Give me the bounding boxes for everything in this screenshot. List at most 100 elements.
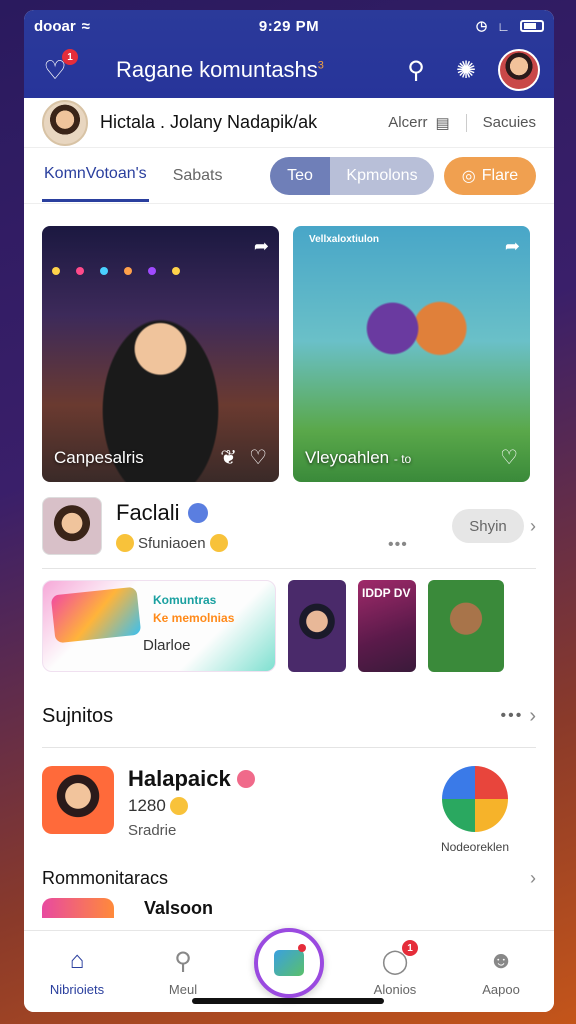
promo-logo bbox=[50, 586, 142, 644]
flare-button[interactable]: ◎ Flare bbox=[444, 156, 536, 195]
app-screen: dooar ≈ 9:29 PM ◷ ∟ ♡ 1 Ragane komuntashs3… bbox=[24, 10, 554, 1012]
alarm-icon: ◷ bbox=[475, 18, 488, 33]
nav-search[interactable]: ⚲ Meul bbox=[130, 946, 236, 998]
segment-right[interactable]: Kpmolons bbox=[330, 156, 434, 195]
divider bbox=[465, 113, 467, 132]
show-button[interactable]: Shyin bbox=[452, 509, 524, 543]
thumbnail-title: IDDP DV bbox=[362, 586, 411, 600]
featured-cards: ➦ Canpesalris ❦ ♡ Vellxaloxtiulon ➦ Vleyo… bbox=[24, 204, 554, 484]
profile-name: Hictala . Jolany Nadapik/ak bbox=[100, 112, 318, 132]
item-avatar[interactable] bbox=[42, 766, 114, 834]
featured-card[interactable]: Vellxaloxtiulon ➦ Vleyoahlen - to ♡ bbox=[293, 226, 530, 482]
card-sublabel: - to bbox=[393, 452, 412, 466]
nav-activity[interactable]: ◯ 1 Alonios bbox=[342, 940, 448, 997]
activity-icon: ◯ 1 bbox=[380, 940, 418, 976]
heart-icon[interactable]: ♡ bbox=[500, 445, 518, 470]
creator-name: Faclali bbox=[116, 500, 180, 525]
nav-label: Aapoo bbox=[482, 982, 520, 997]
section-header[interactable]: Rommonitaracs › bbox=[24, 858, 554, 898]
promo-line1: Komuntras bbox=[153, 593, 217, 607]
clock: 9:29 PM bbox=[258, 17, 320, 35]
section-title: Rommonitaracs bbox=[42, 867, 169, 888]
profile-right-link[interactable]: Sacuies bbox=[483, 114, 536, 131]
search-icon: ⚲ bbox=[407, 56, 425, 84]
app-header: dooar ≈ 9:29 PM ◷ ∟ ♡ 1 Ragane komuntashs3… bbox=[24, 10, 554, 98]
nav-label: Nibrioiets bbox=[49, 982, 105, 997]
tab-secondary[interactable]: Sabats bbox=[171, 151, 225, 201]
notification-badge: 1 bbox=[62, 49, 78, 65]
header-avatar[interactable] bbox=[498, 49, 540, 91]
section-header[interactable]: Sujnitos ••• › bbox=[24, 685, 554, 747]
card-label: Canpesalris bbox=[54, 448, 144, 467]
nav-label: Meul bbox=[168, 982, 198, 997]
signal-icon: ∟ bbox=[497, 18, 510, 34]
nav-profile[interactable]: ☻ Aapoo bbox=[448, 946, 554, 997]
segmented-control: Teo Kpmolons bbox=[270, 156, 434, 195]
chevron-right-icon[interactable]: › bbox=[529, 705, 536, 728]
video-thumbnail[interactable] bbox=[428, 580, 504, 672]
card-top-label: Vellxaloxtiulon bbox=[309, 234, 380, 245]
comment-icon[interactable]: ❦ bbox=[220, 445, 237, 470]
app-title: Ragane komuntashs3 bbox=[116, 57, 386, 83]
list-item-peek[interactable]: Valsoon bbox=[24, 898, 554, 918]
folder-icon: ▤ bbox=[435, 114, 450, 132]
nav-label: Alonios bbox=[373, 982, 417, 997]
app-title-text: Ragane komuntashs bbox=[116, 57, 318, 82]
string-lights bbox=[52, 262, 269, 282]
create-dot bbox=[298, 943, 306, 952]
profile-bar: Hictala . Jolany Nadapik/ak Alcerr ▤ Sac… bbox=[24, 98, 554, 148]
share-icon[interactable]: ➦ bbox=[254, 236, 269, 257]
promo-row: Komuntras Ke memolnias Dlarloe IDDP DV bbox=[24, 569, 554, 675]
tab-bar: KomnVotoan's Sabats Teo Kpmolons ◎ Flare bbox=[24, 148, 554, 204]
sparkle-icon: ✺ bbox=[455, 56, 477, 84]
search-button[interactable]: ⚲ bbox=[396, 50, 436, 90]
promo-banner[interactable]: Komuntras Ke memolnias Dlarloe bbox=[42, 580, 276, 672]
home-icon: ⌂ bbox=[69, 947, 85, 974]
emoji-icon bbox=[236, 770, 255, 788]
emoji-icon bbox=[169, 797, 188, 815]
notifications-button[interactable]: ♡ 1 bbox=[38, 49, 78, 87]
emoji-icon bbox=[209, 534, 228, 552]
video-thumbnail[interactable] bbox=[288, 580, 346, 672]
create-button[interactable] bbox=[254, 927, 324, 998]
item-number: 1280 bbox=[128, 796, 166, 815]
featured-card[interactable]: ➦ Canpesalris ❦ ♡ bbox=[42, 226, 279, 482]
item-name: Halapaick bbox=[128, 766, 231, 791]
carrier-label: dooar bbox=[34, 17, 76, 35]
video-thumbnail[interactable]: IDDP DV bbox=[358, 580, 416, 672]
emoji-icon bbox=[116, 534, 134, 552]
effects-button[interactable]: ✺ bbox=[446, 50, 486, 90]
more-icon[interactable]: ••• bbox=[501, 707, 524, 725]
section-title: Sujnitos bbox=[42, 704, 114, 727]
home-indicator bbox=[192, 998, 384, 1004]
create-icon bbox=[274, 949, 304, 976]
creator-subtitle: Sfuniaoen bbox=[138, 534, 206, 552]
tab-primary[interactable]: KomnVotoan's bbox=[42, 149, 149, 202]
more-icon[interactable]: ••• bbox=[388, 536, 408, 554]
share-icon[interactable]: ➦ bbox=[505, 236, 520, 257]
card-label: Vleyoahlen - to bbox=[305, 448, 411, 468]
wifi-icon: ≈ bbox=[81, 17, 90, 35]
battery-icon bbox=[520, 20, 544, 32]
chevron-right-icon[interactable]: › bbox=[530, 868, 536, 889]
promo-line3: Dlarloe bbox=[143, 637, 191, 654]
brand-logo[interactable] bbox=[442, 766, 508, 832]
activity-badge: 1 bbox=[402, 940, 418, 956]
profile-right-label[interactable]: Alcerr bbox=[388, 114, 427, 131]
nav-create[interactable] bbox=[236, 927, 342, 998]
profile-avatar[interactable] bbox=[42, 99, 88, 146]
status-bar: dooar ≈ 9:29 PM ◷ ∟ bbox=[24, 10, 554, 42]
item-avatar bbox=[42, 898, 114, 918]
creator-avatar[interactable] bbox=[42, 497, 102, 555]
chevron-right-icon[interactable]: › bbox=[530, 516, 536, 537]
promo-line2: Ke memolnias bbox=[153, 611, 235, 625]
card-label-text: Vleyoahlen bbox=[305, 448, 390, 467]
flare-label: Flare bbox=[481, 166, 519, 184]
bottom-nav: ⌂ Nibrioiets ⚲ Meul ◯ 1 Alonios ☻ Aapoo bbox=[24, 927, 554, 1012]
nav-home[interactable]: ⌂ Nibrioiets bbox=[24, 946, 130, 997]
list-item[interactable]: Halapaick 1280 Sradrie Nodeoreklen bbox=[24, 748, 554, 858]
heart-icon[interactable]: ♡ bbox=[249, 445, 267, 470]
segment-left[interactable]: Teo bbox=[270, 156, 330, 195]
brand-logo-label: Nodeoreklen bbox=[440, 840, 510, 854]
creator-row[interactable]: Faclali Sfuniaoen ••• Shyin › bbox=[24, 484, 554, 568]
